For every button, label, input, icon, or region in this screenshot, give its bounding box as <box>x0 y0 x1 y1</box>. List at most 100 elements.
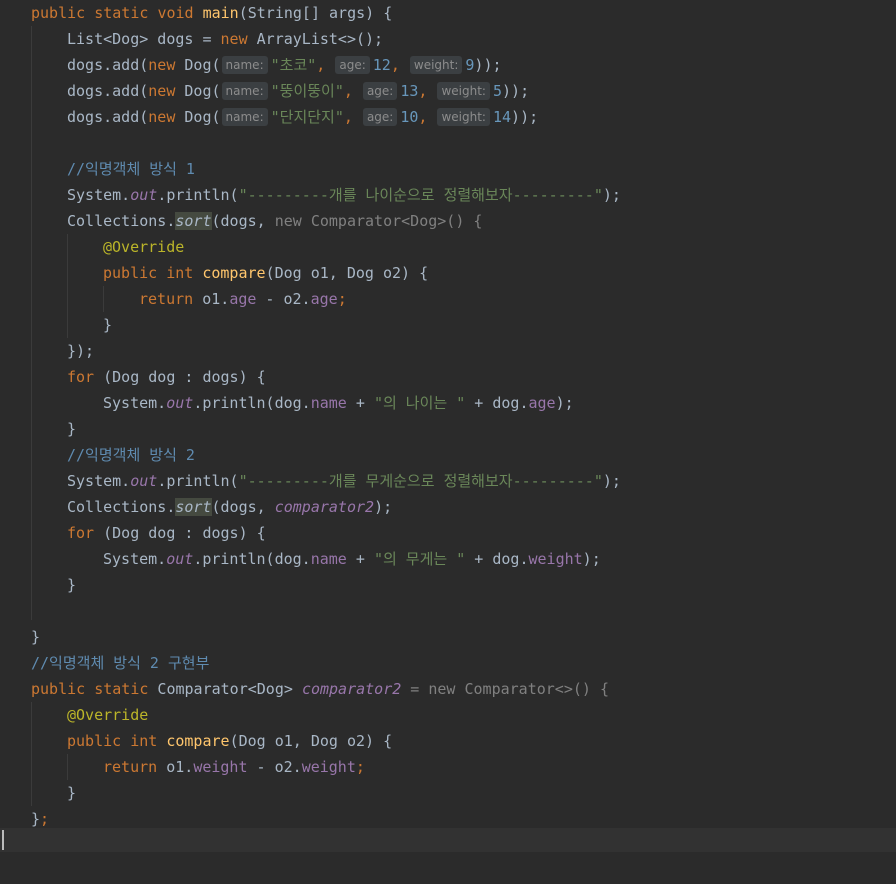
comma: , <box>418 82 437 100</box>
keyword: new <box>148 56 176 74</box>
code-text: + <box>346 394 374 412</box>
comment: //익명객체 방식 2 구현부 <box>31 654 210 672</box>
keyword: public <box>103 264 158 282</box>
method-name: main <box>202 4 239 22</box>
code-text: + <box>465 550 493 568</box>
semicolon: ; <box>40 810 50 828</box>
code-line[interactable]: public static void main(String[] args) { <box>0 0 896 26</box>
field: weight <box>301 758 356 776</box>
comma: , <box>316 56 335 74</box>
code-line[interactable]: Collections.sort(dogs, comparator2); <box>0 494 896 520</box>
code-line[interactable]: @Override <box>0 702 896 728</box>
keyword: public <box>31 680 86 698</box>
code-line[interactable]: System.out.println("---------개를 나이순으로 정렬… <box>0 182 896 208</box>
code-line[interactable]: }); <box>0 338 896 364</box>
param-hint: weight: <box>437 108 490 126</box>
code-text: ); <box>602 186 621 204</box>
static-field: out <box>130 186 158 204</box>
method-name: compare <box>166 732 230 750</box>
code-text: o1. <box>193 290 230 308</box>
code-text: + <box>465 394 493 412</box>
string-literal: "뚱이뚱이" <box>270 82 344 100</box>
static-field: comparator2 <box>301 680 402 698</box>
code-text: Dog( <box>175 56 221 74</box>
code-text: (Dog dog : dogs) { <box>94 368 266 386</box>
code-line[interactable]: public int compare(Dog o1, Dog o2) { <box>0 728 896 754</box>
code-line[interactable]: for (Dog dog : dogs) { <box>0 520 896 546</box>
annotation: @Override <box>67 706 149 724</box>
code-line[interactable]: } <box>0 312 896 338</box>
code-text: .println( <box>157 472 239 490</box>
code-text: }); <box>67 342 95 360</box>
code-text: new Comparator<Dog>() { <box>274 212 483 230</box>
code-text: dog. <box>274 394 311 412</box>
code-text: dog. <box>274 550 311 568</box>
code-line[interactable]: dogs.add(new Dog(name: "초코", age: 12, weig… <box>0 52 896 78</box>
code-text: (String[] args) { <box>238 4 393 22</box>
code-text: o1. <box>157 758 194 776</box>
code-text: (Dog dog : dogs) { <box>94 524 266 542</box>
text-caret <box>2 830 4 850</box>
code-line[interactable]: } <box>0 416 896 442</box>
keyword: int <box>166 264 194 282</box>
keyword: public <box>67 732 122 750</box>
code-line[interactable]: Collections.sort(dogs, new Comparator<Do… <box>0 208 896 234</box>
code-line[interactable]: return o1.weight - o2.weight; <box>0 754 896 780</box>
field: weight <box>193 758 248 776</box>
keyword: int <box>130 732 158 750</box>
code-line[interactable]: dogs.add(new Dog(name: "뚱이뚱이", age: 13, we… <box>0 78 896 104</box>
code-text: System. <box>103 550 167 568</box>
code-text: )); <box>511 108 539 126</box>
code-line[interactable]: @Override <box>0 234 896 260</box>
code-text: ); <box>582 550 601 568</box>
code-text: dog. <box>492 550 529 568</box>
semicolon: ; <box>337 290 347 308</box>
param-hint: weight: <box>437 82 490 100</box>
field: name <box>310 394 347 412</box>
code-text: .println( <box>193 550 275 568</box>
code-line[interactable]: //익명객체 방식 2 구현부 <box>0 650 896 676</box>
code-text: = new Comparator<>() { <box>401 680 609 698</box>
code-line[interactable]: //익명객체 방식 1 <box>0 156 896 182</box>
code-line[interactable]: return o1.age - o2.age; <box>0 286 896 312</box>
code-line[interactable]: System.out.println("---------개를 무게순으로 정렬… <box>0 468 896 494</box>
code-line[interactable]: } <box>0 780 896 806</box>
param-hint: age: <box>335 56 370 74</box>
number-literal: 13 <box>400 82 419 100</box>
code-line[interactable]: } <box>0 624 896 650</box>
code-line[interactable]: System.out.println(dog.name + "의 나이는 " +… <box>0 390 896 416</box>
code-text: Collections. <box>67 498 176 516</box>
number-literal: 5 <box>492 82 503 100</box>
code-text: } <box>67 420 77 438</box>
code-text: dogs.add( <box>67 82 149 100</box>
param-hint: age: <box>362 82 398 100</box>
code-line[interactable]: System.out.println(dog.name + "의 무게는 " +… <box>0 546 896 572</box>
code-text: ); <box>555 394 574 412</box>
comment: //익명객체 방식 2 <box>67 446 195 464</box>
code-line[interactable]: //익명객체 방식 2 <box>0 442 896 468</box>
keyword: void <box>157 4 194 22</box>
keyword: for <box>67 524 95 542</box>
keyword: for <box>67 368 95 386</box>
code-text: + <box>346 550 374 568</box>
param-hint: name: <box>221 82 268 100</box>
param-hint: name: <box>221 56 268 74</box>
field: age <box>229 290 257 308</box>
code-line[interactable]: public static Comparator<Dog> comparator… <box>0 676 896 702</box>
code-line[interactable]: dogs.add(new Dog(name: "단지단지", age: 10, we… <box>0 104 896 130</box>
string-literal: "의 무게는 " <box>373 550 466 568</box>
code-text: List<Dog> dogs = <box>67 30 221 48</box>
code-text: )); <box>474 56 502 74</box>
static-field: out <box>166 394 194 412</box>
code-line[interactable]: for (Dog dog : dogs) { <box>0 364 896 390</box>
code-line[interactable]: public int compare(Dog o1, Dog o2) { <box>0 260 896 286</box>
code-editor[interactable]: public static void main(String[] args) {… <box>0 0 896 852</box>
keyword: new <box>220 30 248 48</box>
code-text: dogs.add( <box>67 56 149 74</box>
current-line-highlight[interactable] <box>0 828 896 852</box>
code-text: Dog( <box>175 82 221 100</box>
number-literal: 14 <box>492 108 512 126</box>
code-line[interactable]: List<Dog> dogs = new ArrayList<>(); <box>0 26 896 52</box>
code-line[interactable]: } <box>0 572 896 598</box>
field: age <box>310 290 338 308</box>
